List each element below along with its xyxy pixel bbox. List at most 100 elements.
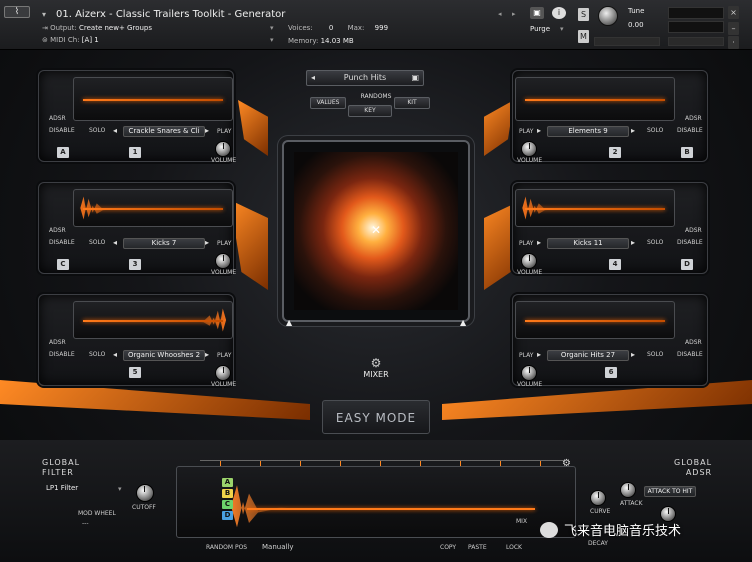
midi-dropdown-icon[interactable]: ▾ [270, 36, 274, 44]
minimize-icon[interactable]: – [728, 22, 739, 35]
artwork-display[interactable]: ✕ [282, 140, 470, 322]
waveform-display[interactable] [73, 189, 233, 227]
tune-knob[interactable] [598, 6, 618, 26]
info-icon[interactable]: i [552, 7, 566, 19]
pan-slider[interactable] [594, 37, 660, 46]
sample-selector[interactable]: Organic Whooshes 2 [123, 350, 205, 361]
purge-button[interactable]: Purge [530, 25, 550, 33]
solo-button[interactable]: SOLO [647, 351, 663, 358]
sample-selector[interactable]: Kicks 11 [547, 238, 629, 249]
lock-button[interactable]: LOCK [506, 544, 522, 551]
mixer-button[interactable]: ⚙ MIXER [344, 356, 408, 386]
solo-button[interactable]: S [578, 8, 589, 21]
randomize-values-button[interactable]: VALUES [310, 97, 346, 109]
position-mode-select[interactable]: Manually [262, 543, 294, 551]
disable-button[interactable]: DISABLE [49, 351, 75, 358]
adsr-label[interactable]: ADSR [49, 115, 66, 122]
attack-knob[interactable] [620, 482, 636, 498]
cutoff-knob[interactable] [136, 484, 154, 502]
play-label: PLAY [217, 240, 232, 247]
layer-d-marker[interactable]: D [222, 511, 233, 520]
disable-button[interactable]: DISABLE [677, 351, 703, 358]
close-icon[interactable]: × [728, 6, 739, 19]
disable-button[interactable]: DISABLE [677, 239, 703, 246]
instrument-menu-button[interactable]: ⌇ [4, 6, 30, 18]
sample-prev-icon[interactable]: ◂ [113, 238, 117, 247]
play-icon[interactable]: ▸ [205, 238, 209, 247]
copy-button[interactable]: COPY [440, 544, 456, 551]
sample-selector[interactable]: Kicks 7 [123, 238, 205, 249]
mod-wheel-value[interactable]: --- [82, 520, 89, 527]
waveform-display[interactable] [515, 301, 675, 339]
layer-b-marker[interactable]: B [222, 489, 233, 498]
instrument-title[interactable]: 01. Aizerx - Classic Trailers Toolkit - … [56, 9, 285, 20]
solo-button[interactable]: SOLO [647, 239, 663, 246]
waveform-line [525, 208, 665, 210]
play-icon[interactable]: ▸ [205, 126, 209, 135]
output-dropdown-icon[interactable]: ▾ [270, 24, 274, 32]
save-preset-icon[interactable]: ▣ [411, 71, 419, 85]
mute-button[interactable]: M [578, 30, 589, 43]
layer-c-marker[interactable]: C [222, 500, 233, 509]
purge-dropdown-icon[interactable]: ▾ [560, 25, 564, 33]
preset-prev-icon[interactable]: ◂ [311, 71, 315, 85]
volume-knob[interactable] [521, 141, 537, 157]
waveform-display[interactable] [73, 301, 233, 339]
sample-next-icon[interactable]: ▸ [631, 350, 635, 359]
waveform-display[interactable] [73, 77, 233, 121]
volume-knob[interactable] [215, 141, 231, 157]
adsr-label[interactable]: ADSR [49, 339, 66, 346]
sample-prev-icon[interactable]: ◂ [113, 126, 117, 135]
output-icon: ⇥ [42, 24, 51, 32]
randomize-kit-button[interactable]: KIT [394, 97, 430, 109]
play-icon[interactable]: ▸ [537, 350, 541, 359]
filter-type-select[interactable]: LP1 Filter [42, 484, 128, 495]
volume-slider[interactable] [668, 37, 724, 46]
prev-instrument-icon[interactable]: ◂ [498, 10, 502, 18]
easy-mode-button[interactable]: EASY MODE [322, 400, 430, 434]
disable-button[interactable]: DISABLE [49, 127, 75, 134]
solo-button[interactable]: SOLO [89, 127, 105, 134]
play-icon[interactable]: ▸ [537, 126, 541, 135]
master-waveform[interactable] [176, 466, 576, 538]
random-pos-button[interactable]: RANDOM POS [206, 544, 247, 551]
solo-button[interactable]: SOLO [647, 127, 663, 134]
adsr-label[interactable]: ADSR [685, 339, 702, 346]
camera-icon[interactable]: ▣ [530, 7, 544, 19]
output-select[interactable]: Create new+ Groups [79, 24, 152, 32]
layer-a-marker[interactable]: A [222, 478, 233, 487]
sample-next-icon[interactable]: ▸ [631, 126, 635, 135]
disable-button[interactable]: DISABLE [49, 239, 75, 246]
adsr-label[interactable]: ADSR [49, 227, 66, 234]
volume-knob[interactable] [521, 253, 537, 269]
sample-next-icon[interactable]: ▸ [631, 238, 635, 247]
adsr-label[interactable]: ADSR [685, 227, 702, 234]
volume-knob[interactable] [215, 253, 231, 269]
collapse-triangle-icon[interactable]: ▾ [42, 10, 46, 19]
volume-knob[interactable] [521, 365, 537, 381]
curve-knob[interactable] [590, 490, 606, 506]
adsr-label[interactable]: ADSR [685, 115, 702, 122]
filter-dropdown-icon[interactable]: ▾ [118, 485, 122, 493]
sample-selector[interactable]: Elements 9 [547, 126, 629, 137]
sample-selector[interactable]: Organic Hits 27 [547, 350, 629, 361]
disable-button[interactable]: DISABLE [677, 127, 703, 134]
paste-button[interactable]: PASTE [468, 544, 487, 551]
next-instrument-icon[interactable]: ▸ [512, 10, 516, 18]
volume-knob[interactable] [215, 365, 231, 381]
sample-prev-icon[interactable]: ◂ [113, 350, 117, 359]
play-icon[interactable]: ▸ [205, 350, 209, 359]
solo-button[interactable]: SOLO [89, 239, 105, 246]
midi-channel-select[interactable]: [A] 1 [82, 36, 99, 44]
attack-to-hit-button[interactable]: ATTACK TO HIT [644, 486, 696, 497]
sample-selector[interactable]: Crackle Snares & Cli [123, 126, 205, 137]
play-icon[interactable]: ▸ [537, 238, 541, 247]
aux-icon[interactable]: · [728, 36, 739, 49]
preset-selector[interactable]: ◂ Punch Hits ▣ [306, 70, 424, 86]
randomize-key-button[interactable]: KEY [348, 105, 392, 117]
solo-button[interactable]: SOLO [89, 351, 105, 358]
waveform-display[interactable] [515, 189, 675, 227]
max-voices-value[interactable]: 999 [375, 24, 388, 32]
play-label: PLAY [217, 128, 232, 135]
waveform-display[interactable] [515, 77, 675, 121]
